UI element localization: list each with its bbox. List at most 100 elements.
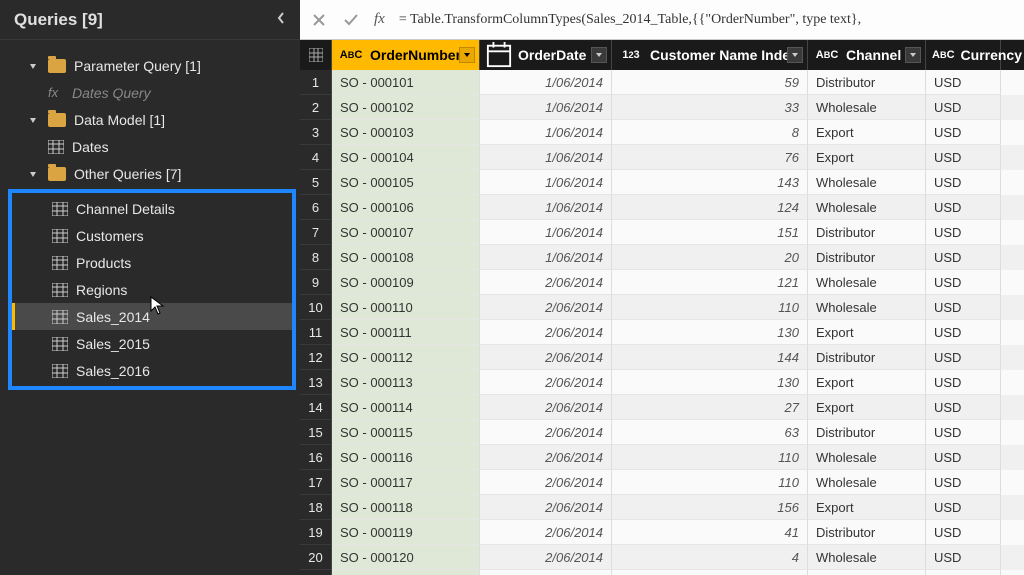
cell-customer-name-index[interactable]: 110	[612, 295, 808, 320]
row-number[interactable]: 4	[300, 145, 332, 170]
cancel-formula-button[interactable]	[310, 11, 328, 29]
row-number[interactable]: 10	[300, 295, 332, 320]
column-header-customer-name-index[interactable]: 123 Customer Name Index	[612, 40, 808, 70]
cell-ordernumber[interactable]: SO - 000102	[332, 95, 480, 120]
cell-orderdate[interactable]: 2/06/2014	[480, 520, 612, 545]
cell-customer-name-index[interactable]: 124	[612, 195, 808, 220]
cell-channel[interactable]: Export	[808, 120, 926, 145]
cell-currency[interactable]: USD	[926, 320, 1001, 345]
query-products[interactable]: Products	[12, 249, 292, 276]
column-header-ordernumber[interactable]: ABC OrderNumber	[332, 40, 480, 70]
cell-currency[interactable]: USD	[926, 545, 1001, 570]
cell-ordernumber[interactable]: SO - 000109	[332, 270, 480, 295]
query-channel-details[interactable]: Channel Details	[12, 195, 292, 222]
cell-customer-name-index[interactable]: 143	[612, 170, 808, 195]
cell-currency[interactable]: USD	[926, 270, 1001, 295]
group-parameter-query[interactable]: Parameter Query [1]	[0, 52, 300, 79]
cell-customer-name-index[interactable]: 59	[612, 70, 808, 95]
table-row[interactable]: 11SO - 0001112/06/2014130ExportUSD	[300, 320, 1024, 345]
cell-orderdate[interactable]: 1/06/2014	[480, 245, 612, 270]
cell-ordernumber[interactable]: SO - 000107	[332, 220, 480, 245]
row-number[interactable]: 20	[300, 545, 332, 570]
cell-currency[interactable]: USD	[926, 345, 1001, 370]
table-row[interactable]: 17SO - 0001172/06/2014110WholesaleUSD	[300, 470, 1024, 495]
row-number[interactable]: 18	[300, 495, 332, 520]
cell-orderdate[interactable]: 1/06/2014	[480, 170, 612, 195]
cell-orderdate[interactable]: 2/06/2014	[480, 370, 612, 395]
table-row[interactable]: 21SO - 0001212/06/2014112WholesaleUSD	[300, 570, 1024, 575]
cell-customer-name-index[interactable]: 112	[612, 570, 808, 575]
column-filter-dropdown[interactable]	[787, 47, 803, 63]
table-row[interactable]: 8SO - 0001081/06/201420DistributorUSD	[300, 245, 1024, 270]
cell-currency[interactable]: USD	[926, 170, 1001, 195]
cell-ordernumber[interactable]: SO - 000111	[332, 320, 480, 345]
cell-ordernumber[interactable]: SO - 000101	[332, 70, 480, 95]
cell-orderdate[interactable]: 2/06/2014	[480, 295, 612, 320]
cell-channel[interactable]: Distributor	[808, 520, 926, 545]
cell-channel[interactable]: Wholesale	[808, 445, 926, 470]
cell-currency[interactable]: USD	[926, 195, 1001, 220]
row-number[interactable]: 7	[300, 220, 332, 245]
cell-currency[interactable]: USD	[926, 495, 1001, 520]
column-filter-dropdown[interactable]	[905, 47, 921, 63]
cell-currency[interactable]: USD	[926, 445, 1001, 470]
cell-customer-name-index[interactable]: 8	[612, 120, 808, 145]
table-row[interactable]: 16SO - 0001162/06/2014110WholesaleUSD	[300, 445, 1024, 470]
cell-orderdate[interactable]: 2/06/2014	[480, 570, 612, 575]
table-row[interactable]: 2SO - 0001021/06/201433WholesaleUSD	[300, 95, 1024, 120]
expand-collapse-icon[interactable]	[28, 61, 40, 71]
cell-currency[interactable]: USD	[926, 520, 1001, 545]
cell-currency[interactable]: USD	[926, 370, 1001, 395]
accept-formula-button[interactable]	[342, 11, 360, 29]
cell-channel[interactable]: Wholesale	[808, 170, 926, 195]
cell-customer-name-index[interactable]: 121	[612, 270, 808, 295]
cell-orderdate[interactable]: 2/06/2014	[480, 345, 612, 370]
table-row[interactable]: 4SO - 0001041/06/201476ExportUSD	[300, 145, 1024, 170]
group-data-model[interactable]: Data Model [1]	[0, 106, 300, 133]
cell-customer-name-index[interactable]: 41	[612, 520, 808, 545]
cell-customer-name-index[interactable]: 130	[612, 320, 808, 345]
cell-channel[interactable]: Distributor	[808, 245, 926, 270]
cell-customer-name-index[interactable]: 33	[612, 95, 808, 120]
query-customers[interactable]: Customers	[12, 222, 292, 249]
cell-currency[interactable]: USD	[926, 145, 1001, 170]
table-row[interactable]: 7SO - 0001071/06/2014151DistributorUSD	[300, 220, 1024, 245]
query-sales-2015[interactable]: Sales_2015	[12, 330, 292, 357]
cell-ordernumber[interactable]: SO - 000115	[332, 420, 480, 445]
cell-orderdate[interactable]: 1/06/2014	[480, 120, 612, 145]
cell-ordernumber[interactable]: SO - 000113	[332, 370, 480, 395]
table-row[interactable]: 19SO - 0001192/06/201441DistributorUSD	[300, 520, 1024, 545]
expand-collapse-icon[interactable]	[28, 115, 40, 125]
cell-ordernumber[interactable]: SO - 000106	[332, 195, 480, 220]
cell-orderdate[interactable]: 1/06/2014	[480, 195, 612, 220]
cell-ordernumber[interactable]: SO - 000108	[332, 245, 480, 270]
row-number[interactable]: 16	[300, 445, 332, 470]
cell-orderdate[interactable]: 1/06/2014	[480, 95, 612, 120]
cell-orderdate[interactable]: 2/06/2014	[480, 420, 612, 445]
row-number[interactable]: 14	[300, 395, 332, 420]
cell-currency[interactable]: USD	[926, 295, 1001, 320]
cell-orderdate[interactable]: 2/06/2014	[480, 470, 612, 495]
cell-ordernumber[interactable]: SO - 000121	[332, 570, 480, 575]
cell-customer-name-index[interactable]: 156	[612, 495, 808, 520]
row-number[interactable]: 1	[300, 70, 332, 95]
cell-channel[interactable]: Wholesale	[808, 295, 926, 320]
row-number[interactable]: 13	[300, 370, 332, 395]
table-row[interactable]: 13SO - 0001132/06/2014130ExportUSD	[300, 370, 1024, 395]
column-header-channel[interactable]: ABC Channel	[808, 40, 926, 70]
cell-channel[interactable]: Export	[808, 145, 926, 170]
cell-channel[interactable]: Distributor	[808, 345, 926, 370]
cell-currency[interactable]: USD	[926, 220, 1001, 245]
cell-customer-name-index[interactable]: 144	[612, 345, 808, 370]
cell-channel[interactable]: Distributor	[808, 220, 926, 245]
row-number[interactable]: 15	[300, 420, 332, 445]
row-number[interactable]: 17	[300, 470, 332, 495]
cell-channel[interactable]: Export	[808, 495, 926, 520]
cell-currency[interactable]: USD	[926, 420, 1001, 445]
cell-channel[interactable]: Wholesale	[808, 270, 926, 295]
table-options-button[interactable]	[300, 40, 332, 70]
row-number[interactable]: 11	[300, 320, 332, 345]
cell-orderdate[interactable]: 2/06/2014	[480, 495, 612, 520]
row-number[interactable]: 3	[300, 120, 332, 145]
cell-currency[interactable]: USD	[926, 70, 1001, 95]
